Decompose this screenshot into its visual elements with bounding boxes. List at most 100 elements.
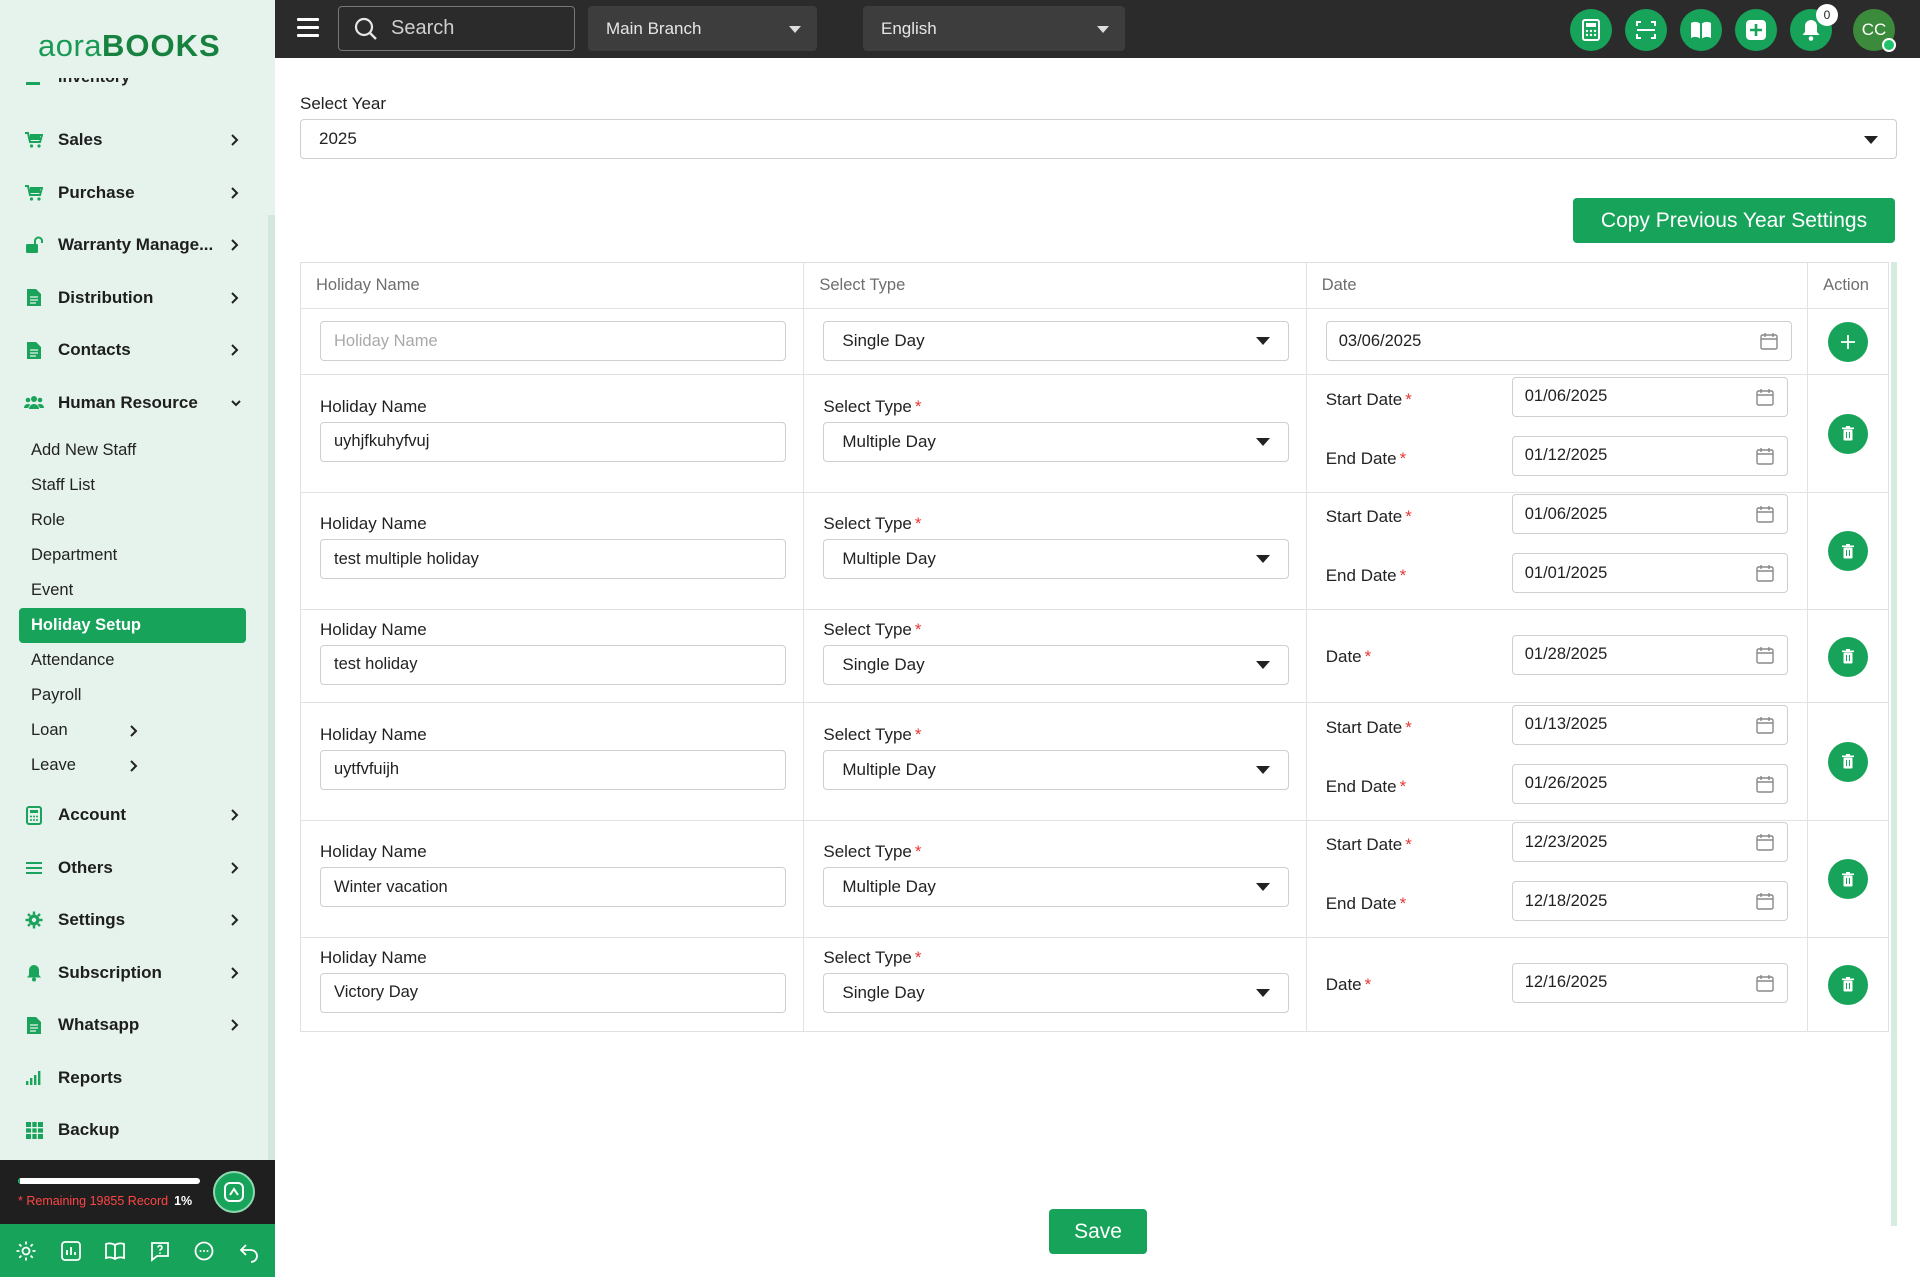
start-date-input[interactable]: 01/06/2025 [1511, 494, 1788, 535]
holiday-type-select[interactable]: Multiple Day [823, 539, 1290, 580]
holiday-type-select[interactable]: Single Day [823, 644, 1290, 685]
sidebar-scrollbar[interactable] [268, 215, 275, 1165]
sidebar-subitem-staff-list[interactable]: Staff List [19, 468, 246, 503]
search-input[interactable]: Search [338, 6, 575, 51]
sidebar-item-label: Others [58, 857, 113, 877]
select-type-label: Select Type * [823, 724, 922, 744]
sidebar-item-inventory[interactable]: Inventory [24, 78, 224, 92]
sidebar-subitem-attendance[interactable]: Attendance [19, 643, 246, 678]
sidebar: aoraBOOKS Inventory Sales Purchase Warrant… [0, 0, 275, 1277]
sidebar-item-backup[interactable]: Backup [0, 1104, 268, 1157]
table-scrollbar[interactable] [1891, 262, 1897, 1226]
sidebar-item-settings[interactable]: Settings [0, 894, 268, 947]
menu-icon[interactable] [297, 18, 319, 38]
start-date-input[interactable]: 12/23/2025 [1511, 822, 1788, 863]
calendar-icon[interactable] [1756, 564, 1774, 582]
chevron-down-icon [1256, 337, 1271, 345]
sidebar-subitem-holiday-setup[interactable]: Holiday Setup [19, 608, 246, 643]
sidebar-subitem-payroll[interactable]: Payroll [19, 678, 246, 713]
sidebar-item-subscription[interactable]: Subscription [0, 947, 268, 1000]
users-icon [24, 393, 44, 413]
end-date-input[interactable]: 12/18/2025 [1511, 881, 1788, 922]
end-date-input[interactable]: 01/01/2025 [1511, 553, 1788, 594]
start-date-input[interactable]: 01/06/2025 [1511, 376, 1788, 417]
book-icon[interactable] [101, 1237, 129, 1265]
date-input[interactable]: 01/28/2025 [1511, 634, 1788, 675]
sidebar-item-distribution[interactable]: Distribution [0, 272, 268, 325]
sidebar-item-warranty-manage[interactable]: Warranty Manage... [0, 219, 268, 272]
sidebar-item-contacts[interactable]: Contacts [0, 324, 268, 377]
logout-icon[interactable] [235, 1237, 263, 1265]
add-holiday-button[interactable] [1828, 322, 1869, 362]
delete-holiday-button[interactable] [1828, 636, 1869, 677]
calendar-icon[interactable] [1756, 974, 1774, 992]
sidebar-item-human-resource[interactable]: Human Resource [0, 377, 268, 430]
new-holiday-date-input[interactable]: 03/06/2025 [1325, 321, 1792, 361]
new-holiday-type-select[interactable]: Single Day [823, 321, 1290, 361]
copy-previous-year-button[interactable]: Copy Previous Year Settings [1573, 198, 1895, 243]
year-select[interactable]: 2025 [300, 119, 1897, 159]
column-header-select-type: Select Type [804, 263, 1307, 308]
sidebar-item-whatsapp[interactable]: Whatsapp [0, 999, 268, 1052]
sidebar-subitem-add-new-staff[interactable]: Add New Staff [19, 433, 246, 468]
calendar-icon[interactable] [1760, 332, 1778, 350]
calendar-icon[interactable] [1756, 716, 1774, 734]
delete-holiday-button[interactable] [1828, 413, 1869, 454]
calendar-icon[interactable] [1756, 775, 1774, 793]
avatar[interactable]: CC [1853, 9, 1896, 52]
book-button[interactable] [1680, 9, 1722, 51]
sidebar-item-reports[interactable]: Reports [0, 1052, 268, 1105]
holiday-name-input[interactable]: Victory Day [320, 972, 786, 1013]
holiday-name-input[interactable]: Winter vacation [320, 867, 786, 908]
add-new-button[interactable] [1735, 9, 1777, 51]
holiday-name-input[interactable]: test multiple holiday [320, 539, 786, 580]
sidebar-subitem-leave[interactable]: Leave [19, 748, 246, 783]
end-date-input[interactable]: 01/12/2025 [1511, 435, 1788, 476]
upgrade-icon[interactable] [213, 1171, 255, 1213]
sidebar-subitem-role[interactable]: Role [19, 503, 246, 538]
new-holiday-name-input[interactable]: Holiday Name [320, 321, 786, 361]
start-date-input[interactable]: 01/13/2025 [1511, 704, 1788, 745]
end-date-input[interactable]: 01/26/2025 [1511, 763, 1788, 804]
holiday-name-input[interactable]: test holiday [320, 644, 786, 685]
calendar-icon[interactable] [1756, 892, 1774, 910]
calendar-icon[interactable] [1756, 447, 1774, 465]
holiday-type-select[interactable]: Multiple Day [823, 749, 1290, 790]
holiday-type-select[interactable]: Multiple Day [823, 421, 1290, 462]
notifications-button[interactable]: 0 [1790, 4, 1838, 51]
chat-icon[interactable] [190, 1237, 218, 1265]
delete-holiday-button[interactable] [1828, 531, 1869, 572]
scan-button[interactable] [1625, 9, 1667, 51]
help-icon[interactable] [146, 1237, 174, 1265]
sidebar-subitem-department[interactable]: Department [19, 538, 246, 573]
branch-select[interactable]: Main Branch [588, 6, 817, 51]
delete-holiday-button[interactable] [1828, 964, 1869, 1005]
sidebar-item-account[interactable]: Account [0, 789, 268, 842]
calculator-button[interactable] [1570, 9, 1612, 51]
calendar-icon[interactable] [1756, 505, 1774, 523]
settings-icon[interactable] [12, 1237, 40, 1265]
sidebar-item-sales[interactable]: Sales [0, 114, 268, 167]
column-header-date: Date [1307, 263, 1809, 308]
language-select[interactable]: English [863, 6, 1125, 51]
new-holiday-row: Holiday Name Single Day 03/06/2025 [301, 309, 1888, 375]
delete-holiday-button[interactable] [1828, 859, 1869, 900]
delete-holiday-button[interactable] [1828, 741, 1869, 782]
calendar-icon[interactable] [1756, 646, 1774, 664]
holiday-type-select[interactable]: Single Day [823, 972, 1290, 1013]
save-button[interactable]: Save [1049, 1209, 1147, 1254]
holiday-type-select[interactable]: Multiple Day [823, 867, 1290, 908]
calendar-icon[interactable] [1756, 833, 1774, 851]
sidebar-item-purchase[interactable]: Purchase [0, 167, 268, 220]
hr-submenu: Add New Staff Staff List Role Department Eve… [0, 429, 268, 789]
sidebar-subitem-loan[interactable]: Loan [19, 713, 246, 748]
calendar-icon[interactable] [1756, 388, 1774, 406]
required-marker: * [1405, 507, 1412, 527]
required-marker: * [914, 724, 922, 744]
chart-icon[interactable] [57, 1237, 85, 1265]
date-input[interactable]: 12/16/2025 [1511, 962, 1788, 1003]
sidebar-subitem-event[interactable]: Event [19, 573, 246, 608]
sidebar-item-others[interactable]: Others [0, 842, 268, 895]
holiday-name-input[interactable]: uyhjfkuhyfvuj [320, 421, 786, 462]
holiday-name-input[interactable]: uytfvfuijh [320, 749, 786, 790]
